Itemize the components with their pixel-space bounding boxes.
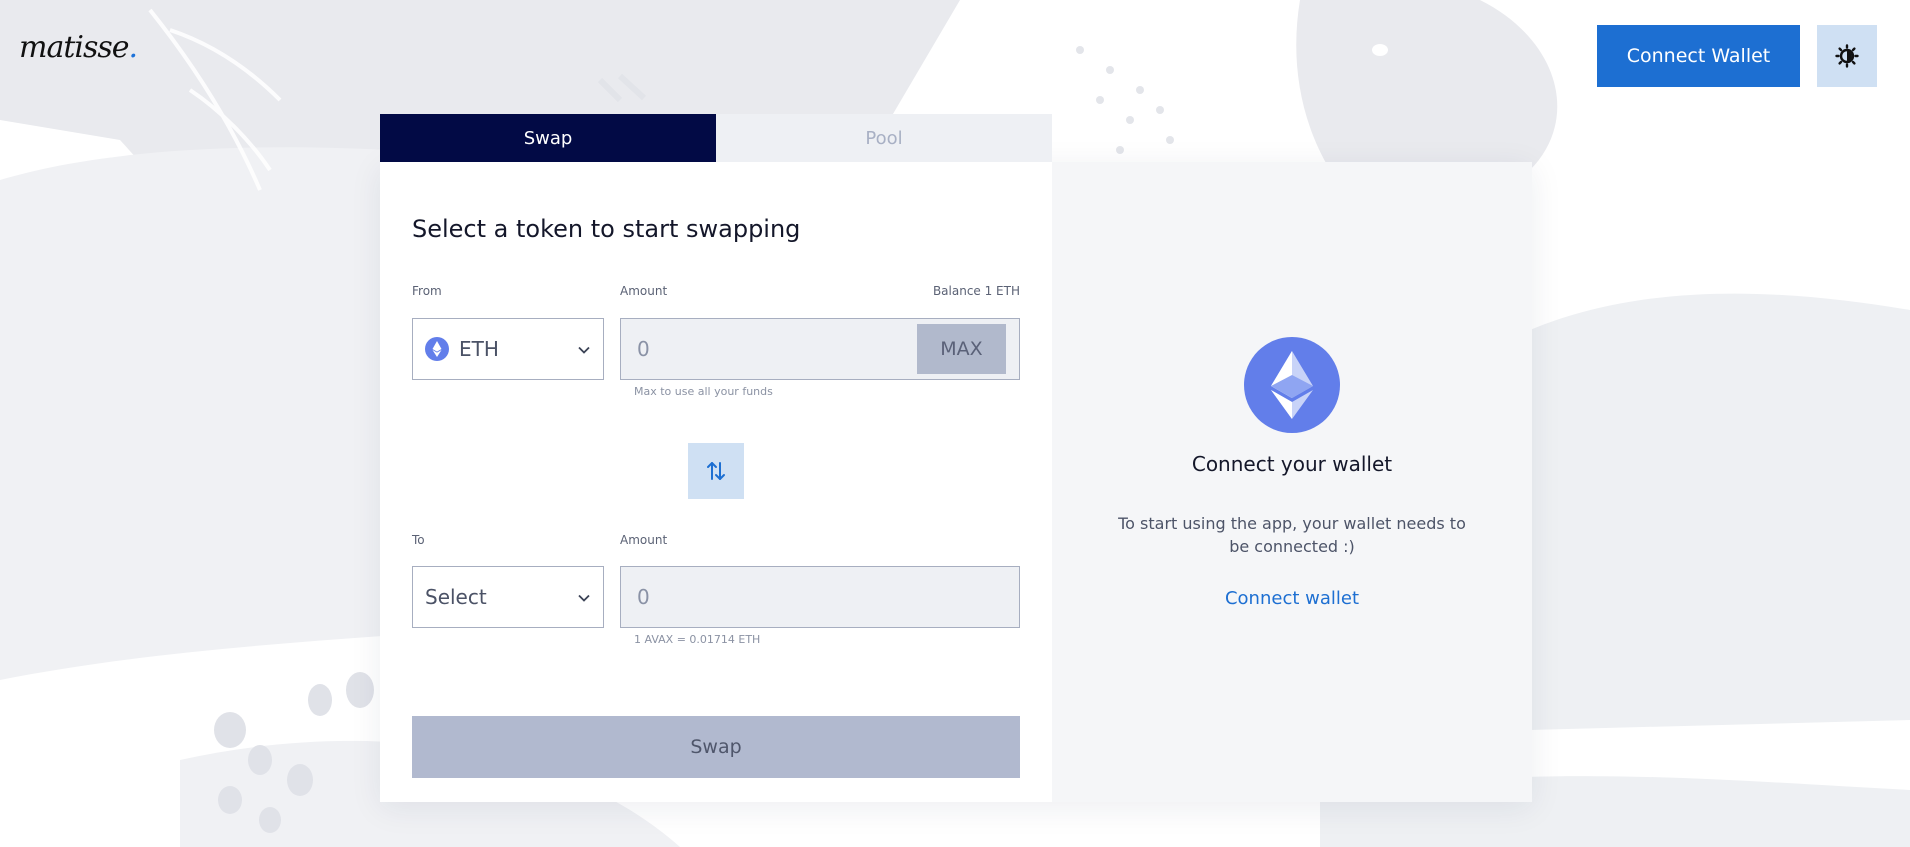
max-button[interactable]: MAX <box>917 324 1006 374</box>
from-amount-input[interactable]: 0 MAX <box>620 318 1020 380</box>
chevron-down-icon <box>578 594 590 602</box>
connect-wallet-text: To start using the app, your wallet need… <box>1118 514 1466 556</box>
max-hint: Max to use all your funds <box>634 385 773 398</box>
from-amount-label: Amount <box>620 284 668 298</box>
from-label: From <box>412 284 442 298</box>
to-amount-label: Amount <box>620 533 668 547</box>
balance-label: Balance 1 ETH <box>932 284 1020 298</box>
swap-title: Select a token to start swapping <box>412 215 801 243</box>
exchange-rate: 1 AVAX = 0.01714 ETH <box>634 633 761 646</box>
to-amount-placeholder: 0 <box>637 585 650 609</box>
brightness-icon <box>1835 44 1859 68</box>
switch-tokens-button[interactable] <box>688 443 744 499</box>
connect-wallet-link[interactable]: Connect wallet <box>1052 588 1532 609</box>
ethereum-icon <box>1244 337 1340 433</box>
matisse-logo[interactable]: matisse. <box>19 30 138 65</box>
swap-form: Select a token to start swapping From Am… <box>380 162 1052 802</box>
logo-text: matisse <box>19 30 130 65</box>
tab-pool[interactable]: Pool <box>716 114 1052 162</box>
theme-toggle-button[interactable] <box>1817 25 1877 87</box>
from-amount-placeholder: 0 <box>637 337 650 361</box>
from-token-select[interactable]: ETH <box>412 318 604 380</box>
to-label: To <box>412 533 425 547</box>
ethereum-icon <box>425 337 449 361</box>
logo-dot: . <box>128 30 138 65</box>
to-token-select[interactable]: Select <box>412 566 604 628</box>
tab-swap[interactable]: Swap <box>380 114 716 162</box>
chevron-down-icon <box>578 346 590 354</box>
swap-submit-button[interactable]: Swap <box>412 716 1020 778</box>
wallet-panel: Connect your wallet To start using the a… <box>1052 162 1532 802</box>
connect-wallet-button[interactable]: Connect Wallet <box>1597 25 1800 87</box>
swap-card: Select a token to start swapping From Am… <box>380 162 1532 802</box>
to-token-placeholder: Select <box>425 585 487 609</box>
from-token-value: ETH <box>459 337 499 361</box>
connect-wallet-title: Connect your wallet <box>1191 452 1393 476</box>
swap-arrows-icon <box>707 462 725 480</box>
to-amount-input[interactable]: 0 <box>620 566 1020 628</box>
